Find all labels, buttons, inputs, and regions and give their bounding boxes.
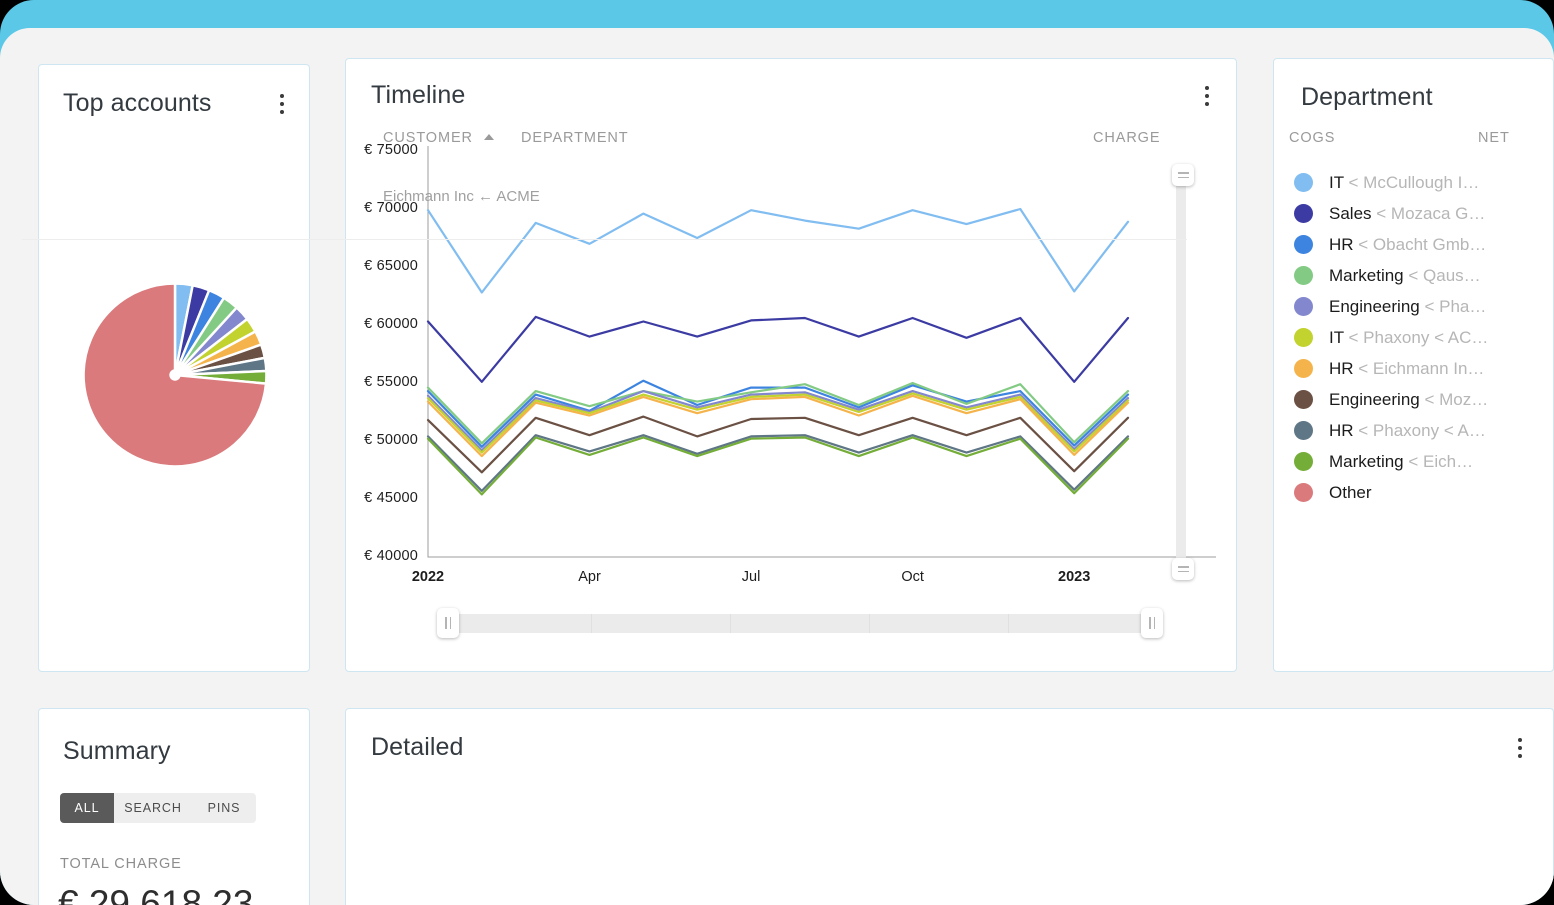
sort-ascending-icon[interactable] — [484, 134, 494, 140]
dashboard-canvas: Top accounts Timeline € 75000 € 70000 € 65… — [0, 28, 1554, 905]
total-charge-value: € 29,618,23… — [58, 883, 291, 905]
kebab-menu-icon[interactable] — [271, 91, 293, 117]
kebab-menu-icon[interactable] — [1196, 83, 1218, 109]
legend-item-label: Marketing < Eich… — [1329, 451, 1474, 471]
legend-item-3[interactable]: Marketing < Qaus… — [1294, 260, 1547, 291]
x-axis-tick-label: Jul — [741, 569, 761, 585]
department-title: Department — [1301, 83, 1433, 111]
legend-color-swatch — [1294, 359, 1313, 378]
x-axis-tick-label: 2022 — [411, 569, 445, 585]
line-series[interactable] — [426, 436, 1130, 496]
vertical-slider-track[interactable] — [1176, 184, 1186, 560]
vertical-slider-handle-bottom[interactable] — [1172, 558, 1194, 580]
legend-item-label: Engineering < Moz… — [1329, 389, 1489, 409]
legend-item-1[interactable]: Sales < Mozaca G… — [1294, 198, 1547, 229]
legend-item-label: Other — [1329, 482, 1372, 502]
top-accounts-pie-chart — [39, 265, 311, 485]
legend-color-swatch — [1294, 421, 1313, 440]
legend-item-0[interactable]: IT < McCullough I… — [1294, 167, 1547, 198]
pie-center — [169, 369, 181, 381]
legend-item-6[interactable]: HR < Eichmann In… — [1294, 353, 1547, 384]
summary-tab-pins[interactable]: PINS — [192, 793, 256, 823]
horizontal-slider-track[interactable] — [452, 614, 1148, 633]
timeline-title: Timeline — [371, 81, 466, 109]
legend-color-swatch — [1294, 297, 1313, 316]
legend-item-label: HR < Phaxony < A… — [1329, 420, 1486, 440]
top-accounts-title: Top accounts — [63, 89, 212, 117]
legend-item-5[interactable]: IT < Phaxony < AC… — [1294, 322, 1547, 353]
top-accounts-header: Top accounts — [63, 89, 293, 118]
legend-item-label: IT < McCullough I… — [1329, 172, 1480, 192]
legend-item-9[interactable]: Marketing < Eich… — [1294, 446, 1547, 477]
pie-svg — [82, 282, 268, 468]
legend-item-10[interactable]: Other — [1294, 477, 1547, 508]
legend-item-label: Marketing < Qaus… — [1329, 265, 1481, 285]
total-charge-label: TOTAL CHARGE — [60, 856, 182, 872]
timeline-horizontal-range-slider[interactable] — [437, 608, 1163, 638]
department-header: Department — [1301, 83, 1433, 112]
legend-item-label: Engineering < Pha… — [1329, 296, 1487, 316]
legend-item-label: IT < Phaxony < AC… — [1329, 327, 1489, 347]
legend-color-swatch — [1294, 173, 1313, 192]
y-axis-tick-label: € 40000 — [364, 548, 418, 564]
horizontal-slider-handle-left[interactable] — [437, 608, 459, 638]
x-axis-tick-label: Apr — [578, 569, 601, 585]
legend-item-label: Sales < Mozaca G… — [1329, 203, 1486, 223]
column-header-charge[interactable]: CHARGE — [1093, 130, 1160, 146]
legend-color-swatch — [1294, 483, 1313, 502]
y-axis-tick-label: € 55000 — [364, 374, 418, 390]
legend-color-swatch — [1294, 235, 1313, 254]
column-header-department[interactable]: DEPARTMENT — [521, 130, 629, 146]
line-series[interactable] — [426, 381, 1130, 445]
legend-item-8[interactable]: HR < Phaxony < A… — [1294, 415, 1547, 446]
y-axis-tick-label: € 45000 — [364, 490, 418, 506]
x-axis-tick-label: 2023 — [1058, 569, 1091, 585]
summary-header: Summary — [63, 737, 171, 766]
y-axis-tick-label: € 65000 — [364, 258, 418, 274]
line-series[interactable] — [426, 315, 1130, 383]
horizontal-slider-handle-right[interactable] — [1141, 608, 1163, 638]
department-card: Department IT < McCullough I… Sales < Moz… — [1273, 58, 1554, 672]
summary-filter-tabs: ALL SEARCH PINS — [60, 793, 256, 823]
legend-color-swatch — [1294, 390, 1313, 409]
timeline-header: Timeline — [371, 81, 1218, 110]
legend-item-7[interactable]: Engineering < Moz… — [1294, 384, 1547, 415]
legend-color-swatch — [1294, 328, 1313, 347]
column-header-net[interactable]: NET — [1478, 130, 1510, 146]
column-header-customer[interactable]: CUSTOMER — [383, 130, 473, 146]
summary-title: Summary — [63, 737, 171, 765]
y-axis-tick-label: € 60000 — [364, 316, 418, 332]
legend-item-4[interactable]: Engineering < Pha… — [1294, 291, 1547, 322]
legend-item-label: HR < Eichmann In… — [1329, 358, 1485, 378]
line-series[interactable] — [426, 394, 1130, 458]
column-header-cogs[interactable]: COGS — [1289, 130, 1335, 146]
department-legend-list: IT < McCullough I… Sales < Mozaca G… HR < … — [1294, 167, 1547, 508]
kebab-menu-icon[interactable] — [1509, 735, 1531, 761]
summary-tab-search[interactable]: SEARCH — [114, 793, 192, 823]
table-row[interactable]: Eichmann Inc ← ACME — [0, 188, 1209, 240]
cell-customer: Eichmann Inc ← ACME — [383, 188, 540, 205]
line-series[interactable] — [426, 415, 1130, 474]
y-axis-tick-label: € 50000 — [364, 432, 418, 448]
legend-color-swatch — [1294, 266, 1313, 285]
legend-item-label: HR < Obacht Gmb… — [1329, 234, 1487, 254]
row-divider — [22, 239, 1187, 240]
legend-color-swatch — [1294, 204, 1313, 223]
detailed-header: Detailed — [371, 733, 1531, 762]
summary-tab-all[interactable]: ALL — [60, 793, 114, 823]
x-axis-tick-label: Oct — [901, 569, 924, 585]
legend-item-2[interactable]: HR < Obacht Gmb… — [1294, 229, 1547, 260]
app-frame: Top accounts Timeline € 75000 € 70000 € 65… — [0, 0, 1554, 905]
detailed-table-header-row: CUSTOMER DEPARTMENT CHARGE COGS NET — [0, 130, 1509, 170]
legend-color-swatch — [1294, 452, 1313, 471]
detailed-title: Detailed — [371, 733, 464, 761]
detailed-card: Detailed — [345, 708, 1554, 905]
line-series[interactable] — [426, 434, 1130, 492]
